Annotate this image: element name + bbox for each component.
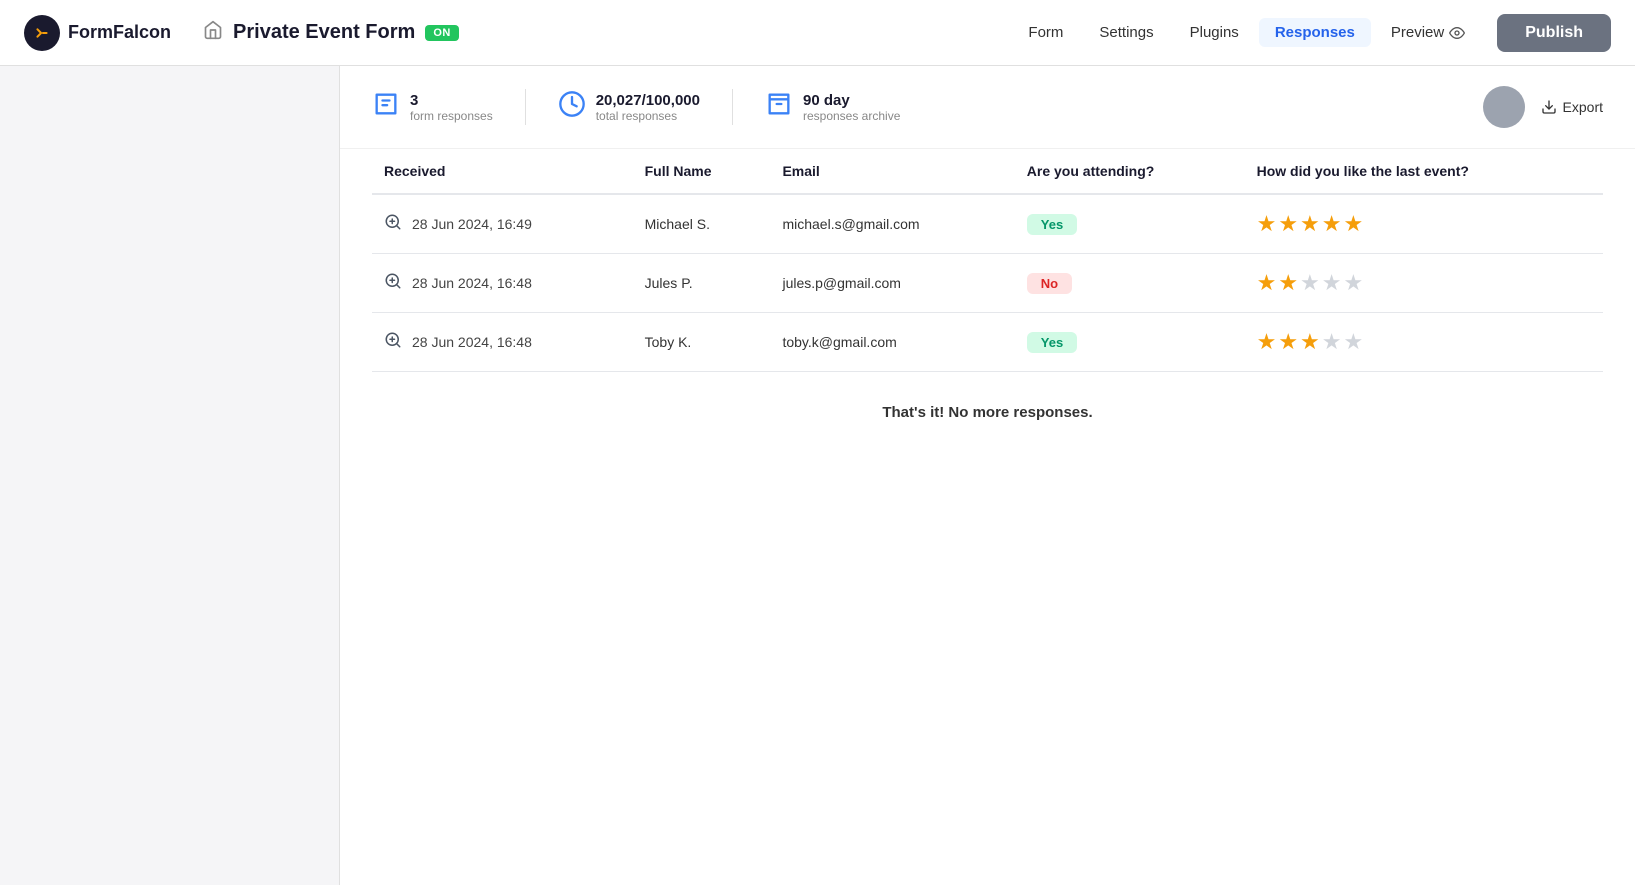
col-attending: Are you attending?: [1015, 149, 1245, 194]
cell-received-1: 28 Jun 2024, 16:48: [372, 254, 633, 313]
star-empty: ★: [1300, 270, 1320, 296]
star-filled: ★: [1322, 211, 1342, 237]
cell-email-1: jules.p@gmail.com: [770, 254, 1014, 313]
form-title-area: Private Event Form ON: [203, 20, 1012, 45]
cell-stars-2: ★★★★★: [1245, 313, 1603, 372]
total-responses-text: 20,027/100,000 total responses: [596, 92, 700, 123]
responses-table-container: Received Full Name Email Are you attendi…: [340, 149, 1635, 453]
publish-button[interactable]: Publish: [1497, 14, 1611, 52]
zoom-icon[interactable]: [384, 213, 402, 236]
stats-right: Export: [1483, 86, 1603, 128]
nav-form[interactable]: Form: [1012, 18, 1079, 47]
cell-name-1: Jules P.: [633, 254, 771, 313]
on-badge: ON: [425, 25, 459, 41]
attending-badge: Yes: [1027, 332, 1077, 353]
star-empty: ★: [1344, 270, 1364, 296]
home-icon[interactable]: [203, 20, 223, 45]
form-responses-stat: 3 form responses: [372, 90, 493, 125]
brand-logo-icon: [24, 15, 60, 51]
star-empty: ★: [1344, 329, 1364, 355]
form-responses-count: 3: [410, 92, 493, 109]
archive-stat: 90 day responses archive: [765, 90, 900, 125]
table-row: 28 Jun 2024, 16:48 Jules P.jules.p@gmail…: [372, 254, 1603, 313]
archive-label: responses archive: [803, 109, 900, 123]
attending-badge: Yes: [1027, 214, 1077, 235]
zoom-icon[interactable]: [384, 272, 402, 295]
total-responses-count: 20,027/100,000: [596, 92, 700, 109]
form-responses-text: 3 form responses: [410, 92, 493, 123]
stats-row: 3 form responses 20,027/100,000 total re…: [340, 66, 1635, 149]
left-panel: [0, 66, 340, 885]
cell-stars-1: ★★★★★: [1245, 254, 1603, 313]
brand-name: FormFalcon: [68, 22, 171, 43]
cell-stars-0: ★★★★★: [1245, 194, 1603, 254]
table-row: 28 Jun 2024, 16:48 Toby K.toby.k@gmail.c…: [372, 313, 1603, 372]
cell-attending-0: Yes: [1015, 194, 1245, 254]
star-filled: ★: [1257, 329, 1277, 355]
stat-divider-1: [525, 89, 526, 125]
star-empty: ★: [1322, 329, 1342, 355]
nav-responses[interactable]: Responses: [1259, 18, 1371, 47]
nav-settings[interactable]: Settings: [1083, 18, 1169, 47]
star-filled: ★: [1278, 211, 1298, 237]
avatar: [1483, 86, 1525, 128]
responses-table: Received Full Name Email Are you attendi…: [372, 149, 1603, 371]
nav-plugins[interactable]: Plugins: [1174, 18, 1255, 47]
cell-received-2: 28 Jun 2024, 16:48: [372, 313, 633, 372]
table-row: 28 Jun 2024, 16:49 Michael S.michael.s@g…: [372, 194, 1603, 254]
col-email: Email: [770, 149, 1014, 194]
star-filled: ★: [1300, 329, 1320, 355]
no-more-text: That's it! No more responses.: [372, 371, 1603, 453]
total-responses-label: total responses: [596, 109, 700, 123]
brand-logo-area: FormFalcon: [24, 15, 171, 51]
form-responses-icon: [372, 90, 400, 125]
date-text: 28 Jun 2024, 16:48: [412, 334, 532, 350]
export-button[interactable]: Export: [1541, 99, 1603, 115]
star-rating: ★★★★★: [1257, 329, 1591, 355]
form-responses-label: form responses: [410, 109, 493, 123]
total-responses-stat: 20,027/100,000 total responses: [558, 90, 700, 125]
col-rating: How did you like the last event?: [1245, 149, 1603, 194]
star-rating: ★★★★★: [1257, 211, 1591, 237]
date-text: 28 Jun 2024, 16:49: [412, 216, 532, 232]
export-label: Export: [1563, 99, 1603, 115]
date-text: 28 Jun 2024, 16:48: [412, 275, 532, 291]
star-empty: ★: [1322, 270, 1342, 296]
cell-received-0: 28 Jun 2024, 16:49: [372, 194, 633, 254]
cell-email-0: michael.s@gmail.com: [770, 194, 1014, 254]
cell-attending-2: Yes: [1015, 313, 1245, 372]
star-filled: ★: [1300, 211, 1320, 237]
star-rating: ★★★★★: [1257, 270, 1591, 296]
eye-icon: [1449, 25, 1465, 41]
archive-text: 90 day responses archive: [803, 92, 900, 123]
col-received: Received: [372, 149, 633, 194]
star-filled: ★: [1278, 329, 1298, 355]
cell-name-2: Toby K.: [633, 313, 771, 372]
total-responses-icon: [558, 90, 586, 125]
star-filled: ★: [1278, 270, 1298, 296]
attending-badge: No: [1027, 273, 1072, 294]
nav-links: Form Settings Plugins Responses Preview …: [1012, 14, 1611, 52]
archive-days: 90 day: [803, 92, 900, 109]
cell-email-2: toby.k@gmail.com: [770, 313, 1014, 372]
star-filled: ★: [1257, 211, 1277, 237]
table-header-row: Received Full Name Email Are you attendi…: [372, 149, 1603, 194]
form-title: Private Event Form: [233, 21, 415, 44]
right-panel: 3 form responses 20,027/100,000 total re…: [340, 66, 1635, 885]
top-navigation: FormFalcon Private Event Form ON Form Se…: [0, 0, 1635, 66]
cell-attending-1: No: [1015, 254, 1245, 313]
cell-name-0: Michael S.: [633, 194, 771, 254]
export-icon: [1541, 99, 1557, 115]
star-filled: ★: [1344, 211, 1364, 237]
nav-preview[interactable]: Preview: [1375, 18, 1481, 47]
star-filled: ★: [1257, 270, 1277, 296]
page-layout: 3 form responses 20,027/100,000 total re…: [0, 66, 1635, 885]
zoom-icon[interactable]: [384, 331, 402, 354]
archive-icon: [765, 90, 793, 125]
col-full-name: Full Name: [633, 149, 771, 194]
stat-divider-2: [732, 89, 733, 125]
